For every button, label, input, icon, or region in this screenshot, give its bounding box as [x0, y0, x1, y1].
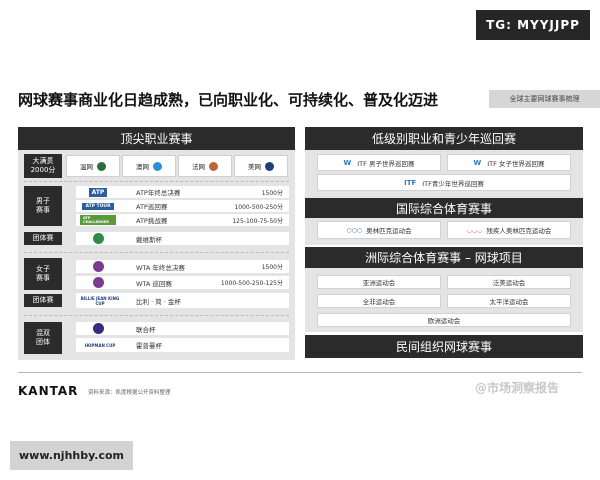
continental-item: 欧洲运动会 — [317, 313, 571, 327]
event-name: WTA 巡回赛 — [136, 279, 172, 288]
divider — [24, 181, 289, 183]
watermark-top: TG: MYYJJPP — [476, 10, 590, 40]
mixed-category: 混双 团体 — [24, 322, 62, 354]
atp-challenger-logo-icon: ATP CHALLENGER — [80, 215, 116, 225]
grand-slam-name: 法网 — [192, 163, 205, 171]
itf-logo-icon: ITF — [404, 178, 417, 187]
event-points: 1000-500-250分 — [234, 203, 283, 211]
grand-slam-label: 大满贯 2000分 — [30, 157, 56, 174]
right-header-olympics: 国际综合体育赛事 — [305, 198, 583, 218]
grand-slam-item: 温网 — [66, 155, 120, 177]
paralympic-logo-icon: ◡◡◡ — [466, 226, 483, 234]
olympics-item-label: 奥林匹克运动会 — [366, 227, 412, 235]
watermark-bottom: www.njhhby.com — [10, 441, 133, 470]
event-name: 戴维斯杯 — [136, 235, 162, 244]
mixed-event-row: 联合杯 — [76, 322, 289, 335]
grand-slam-name: 美网 — [248, 163, 261, 171]
grand-slam-name: 温网 — [80, 163, 93, 171]
women-event-row: WTA 年终总决赛 1500分 — [76, 260, 289, 273]
olympic-rings-icon: ○○○ — [346, 226, 363, 234]
grand-slam-category: 大满贯 2000分 — [24, 154, 62, 178]
right-header-continental: 洲际综合体育赛事 – 网球项目 — [305, 247, 583, 268]
men-team-category: 团体赛 — [24, 232, 62, 245]
itf-item-label: ITF 男子世界巡回赛 — [357, 159, 415, 168]
billie-jean-king-cup-logo-icon: BILLIE JEAN KING CUP — [80, 295, 120, 306]
hopman-cup-logo-icon: HOPMAN CUP — [84, 342, 116, 348]
women-team-row: BILLIE JEAN KING CUP 比利 · 简 · 金杯 — [76, 293, 289, 308]
event-points: 1500分 — [261, 264, 283, 271]
itf-logo-icon: W — [473, 158, 482, 167]
watermark-right: @市场洞察报告 — [475, 381, 560, 395]
men-event-row: ATP TOUR ATP巡回赛 1000-500-250分 — [76, 200, 289, 212]
men-category: 男子 赛事 — [24, 186, 62, 226]
atp-tour-logo-icon: ATP TOUR — [80, 202, 116, 210]
right-header-itf: 低级别职业和青少年巡回赛 — [305, 127, 583, 150]
continental-item: 全非运动会 — [317, 294, 441, 308]
olympics-item: ◡◡◡ 残疾人奥林匹克运动会 — [447, 221, 571, 239]
event-name: ATP巡回赛 — [136, 203, 168, 211]
team-label: 团体赛 — [32, 296, 54, 304]
grand-slam-item: 澳网 — [122, 155, 176, 177]
team-label: 团体赛 — [32, 234, 54, 242]
event-name: 霍普曼杯 — [136, 342, 162, 350]
grand-slam-item: 法网 — [178, 155, 232, 177]
roland-garros-logo-icon — [209, 161, 218, 171]
event-name: 比利 · 简 · 金杯 — [136, 297, 181, 306]
united-cup-logo-icon — [80, 323, 116, 334]
grand-slam-name: 澳网 — [136, 163, 149, 171]
men-event-row: ATP CHALLENGER ATP挑战赛 125-100-75-50分 — [76, 214, 289, 226]
davis-cup-logo-icon — [80, 233, 116, 244]
right-header-amateur: 民间组织网球赛事 — [305, 335, 583, 358]
continental-item: 太平洋运动会 — [447, 294, 571, 308]
divider — [24, 252, 289, 254]
us-open-logo-icon — [265, 161, 274, 171]
women-event-row: WTA 巡回赛 1000-500-250-125分 — [76, 276, 289, 289]
olympics-item-label: 残疾人奥林匹克运动会 — [486, 227, 552, 235]
women-label: 女子 赛事 — [36, 265, 50, 282]
source-note: 资料来源：凯度根据公开资料整理 — [88, 390, 171, 396]
continental-item: 泛美运动会 — [447, 275, 571, 289]
atp-logo-icon: ATP — [80, 187, 116, 197]
event-name: 联合杯 — [136, 325, 156, 334]
itf-item: W ITF 女子世界巡回赛 — [447, 154, 571, 171]
continental-item: 亚洲运动会 — [317, 275, 441, 289]
grand-slam-item: 美网 — [234, 155, 288, 177]
wta-finals-logo-icon — [80, 261, 116, 272]
itf-item-label: ITF 女子世界巡回赛 — [487, 159, 545, 168]
event-name: ATP年终总决赛 — [136, 189, 181, 197]
event-name: ATP挑战赛 — [136, 217, 168, 225]
wimbledon-logo-icon — [97, 161, 106, 171]
itf-item: W ITF 男子世界巡回赛 — [317, 154, 441, 171]
event-points: 1500分 — [261, 189, 283, 197]
wta-tour-logo-icon — [80, 277, 116, 288]
men-team-row: 戴维斯杯 — [76, 232, 289, 245]
itf-logo-icon: W — [343, 158, 352, 167]
women-category: 女子 赛事 — [24, 258, 62, 290]
itf-item-label: ITF青少年世界巡回赛 — [422, 179, 484, 188]
olympics-item: ○○○ 奥林匹克运动会 — [317, 221, 441, 239]
mixed-label: 混双 团体 — [36, 329, 50, 346]
event-points: 125-100-75-50分 — [232, 217, 283, 225]
left-header: 顶尖职业赛事 — [18, 127, 295, 150]
footer-rule — [18, 372, 582, 373]
corner-label: 全球主要网球赛事梳理 — [489, 90, 600, 108]
divider — [24, 315, 289, 317]
men-event-row: ATP ATP年终总决赛 1500分 — [76, 186, 289, 198]
kantar-logo: KANTAR — [18, 384, 79, 398]
men-label: 男子 赛事 — [36, 197, 50, 214]
australian-open-logo-icon — [153, 161, 162, 171]
page-title: 网球赛事商业化日趋成熟，已向职业化、可持续化、普及化迈进 — [18, 91, 439, 109]
itf-item: ITF ITF青少年世界巡回赛 — [317, 174, 571, 191]
mixed-event-row: HOPMAN CUP 霍普曼杯 — [76, 338, 289, 352]
event-name: WTA 年终总决赛 — [136, 263, 185, 272]
women-team-category: 团体赛 — [24, 294, 62, 307]
event-points: 1000-500-250-125分 — [220, 280, 283, 287]
